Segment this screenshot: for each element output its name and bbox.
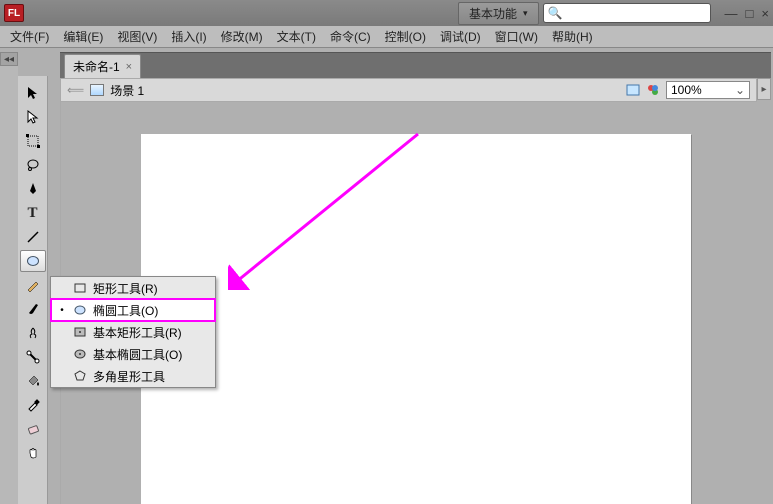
text-tool[interactable]: T: [20, 202, 46, 224]
stage[interactable]: [141, 134, 691, 504]
workspace-label: 基本功能: [469, 5, 517, 22]
close-tab-icon[interactable]: ×: [126, 61, 132, 73]
flyout-rectangle-primitive-tool[interactable]: 基本矩形工具(R): [51, 321, 215, 343]
shape-tool-flyout: 矩形工具(R) • 椭圆工具(O) 基本矩形工具(R) 基本椭圆工具(O) 多角…: [50, 276, 216, 388]
search-input[interactable]: [567, 7, 709, 19]
search-box[interactable]: 🔍: [543, 3, 711, 23]
tools-panel: T: [18, 76, 48, 504]
maximize-button[interactable]: □: [746, 6, 754, 21]
document-tabbar: 未命名-1 ×: [60, 52, 771, 78]
hand-tool[interactable]: [20, 442, 46, 464]
zoom-value: 100%: [671, 83, 702, 97]
zoom-select[interactable]: 100%: [666, 81, 750, 99]
flyout-polystar-tool[interactable]: 多角星形工具: [51, 365, 215, 387]
subselection-tool[interactable]: [20, 106, 46, 128]
search-icon: 🔍: [548, 6, 563, 20]
check-icon: •: [57, 305, 67, 316]
menu-edit[interactable]: 编辑(E): [63, 28, 103, 45]
scene-label[interactable]: 场景 1: [110, 82, 144, 99]
oval-icon: [73, 304, 87, 316]
line-tool[interactable]: [20, 226, 46, 248]
workspace-switcher[interactable]: 基本功能: [458, 2, 539, 25]
right-dock-toggle[interactable]: ▸: [757, 78, 771, 100]
menu-insert[interactable]: 插入(I): [171, 28, 206, 45]
panel-collapse-button[interactable]: ◂◂: [0, 52, 18, 66]
app-logo: FL: [4, 4, 24, 22]
window-controls: — □ ×: [725, 6, 769, 21]
menu-modify[interactable]: 修改(M): [221, 28, 263, 45]
minimize-button[interactable]: —: [725, 6, 738, 21]
document-tab-label: 未命名-1: [73, 58, 120, 75]
menu-debug[interactable]: 调试(D): [440, 28, 481, 45]
bone-tool[interactable]: [20, 346, 46, 368]
polystar-icon: [73, 370, 87, 382]
flyout-label: 矩形工具(R): [93, 280, 158, 297]
menu-window[interactable]: 窗口(W): [495, 28, 538, 45]
rectangle-primitive-icon: [73, 326, 87, 338]
free-transform-tool[interactable]: [20, 130, 46, 152]
flyout-label: 椭圆工具(O): [93, 302, 158, 319]
edit-bar: ⟸ 场景 1 100%: [60, 78, 757, 102]
back-icon[interactable]: ⟸: [67, 83, 84, 97]
oval-primitive-icon: [73, 348, 87, 360]
menubar: 文件(F) 编辑(E) 视图(V) 插入(I) 修改(M) 文本(T) 命令(C…: [0, 26, 773, 48]
document-tab[interactable]: 未命名-1 ×: [64, 54, 141, 78]
flyout-rectangle-tool[interactable]: 矩形工具(R): [51, 277, 215, 299]
flyout-label: 基本矩形工具(R): [93, 324, 182, 341]
pen-tool[interactable]: [20, 178, 46, 200]
brush-tool[interactable]: [20, 298, 46, 320]
pencil-tool[interactable]: [20, 274, 46, 296]
menu-commands[interactable]: 命令(C): [330, 28, 371, 45]
flyout-oval-primitive-tool[interactable]: 基本椭圆工具(O): [51, 343, 215, 365]
left-gutter: [0, 66, 18, 504]
flyout-label: 多角星形工具: [93, 368, 165, 385]
lasso-tool[interactable]: [20, 154, 46, 176]
titlebar: FL 基本功能 🔍 — □ ×: [0, 0, 773, 26]
menu-control[interactable]: 控制(O): [385, 28, 426, 45]
menu-help[interactable]: 帮助(H): [552, 28, 593, 45]
edit-scene-icon[interactable]: [626, 83, 640, 97]
deco-tool[interactable]: [20, 322, 46, 344]
menu-file[interactable]: 文件(F): [10, 28, 49, 45]
eyedropper-tool[interactable]: [20, 394, 46, 416]
menu-view[interactable]: 视图(V): [117, 28, 157, 45]
flyout-label: 基本椭圆工具(O): [93, 346, 182, 363]
selection-tool[interactable]: [20, 82, 46, 104]
rectangle-icon: [73, 282, 87, 294]
menu-text[interactable]: 文本(T): [277, 28, 316, 45]
scene-icon: [90, 84, 104, 96]
shape-tool[interactable]: [20, 250, 46, 272]
close-button[interactable]: ×: [761, 6, 769, 21]
paint-bucket-tool[interactable]: [20, 370, 46, 392]
edit-symbols-icon[interactable]: [646, 83, 660, 97]
eraser-tool[interactable]: [20, 418, 46, 440]
flyout-oval-tool[interactable]: • 椭圆工具(O): [51, 299, 215, 321]
